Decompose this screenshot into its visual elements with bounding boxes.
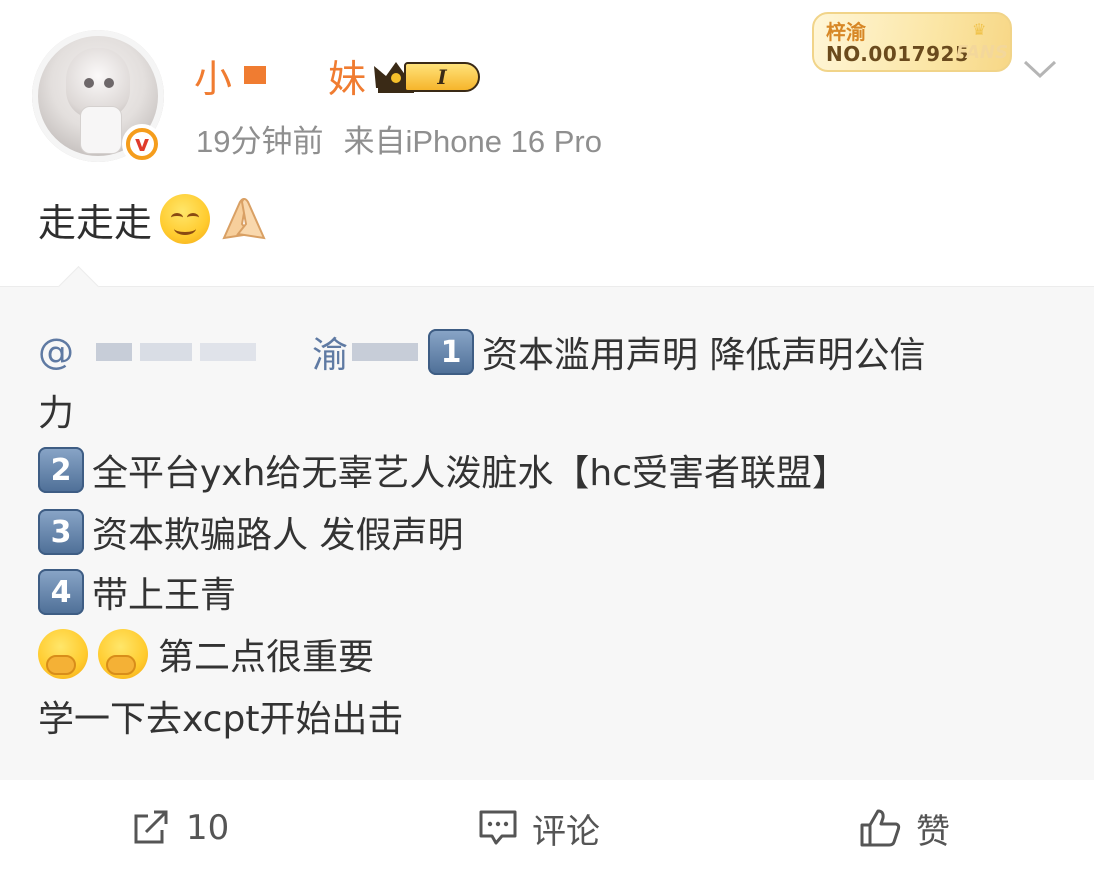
post-time: 19分钟前	[196, 124, 324, 159]
fans-card[interactable]: 梓渝 ♛ NO.0017925 FANS	[812, 12, 1012, 72]
chevron-down-icon[interactable]	[1022, 58, 1058, 80]
mention-mask-4	[352, 343, 419, 361]
avatar-eye-right	[104, 78, 114, 88]
repost-item-4-text: 带上王青	[92, 575, 237, 616]
repost-line-1: @ 渝 1 资本滥用声明 降低声明公信	[38, 326, 925, 378]
weibo-post: v 小 妹 I 19分钟前 来自iPhone 16 Pro 梓渝 ♛ NO.001…	[0, 0, 1094, 874]
username-last-char: 妹	[328, 56, 369, 101]
fans-card-name: 梓渝	[826, 20, 866, 44]
avatar-eye-left	[84, 78, 94, 88]
repost-item-1-continuation: 力	[38, 393, 75, 434]
repost-line-5: 第二点很重要	[38, 628, 374, 680]
keycap-3-icon: 3	[38, 509, 84, 555]
mention-visible-text: 渝	[312, 335, 349, 376]
fans-card-number: NO.0017925	[826, 42, 970, 66]
mention-mask-1	[96, 343, 132, 361]
verified-badge-icon: v	[122, 124, 162, 164]
repost-line-6: 学一下去xcpt开始出击	[38, 690, 403, 742]
like-icon	[860, 809, 901, 847]
post-text: 走走走	[38, 192, 272, 246]
keycap-4-icon: 4	[38, 569, 84, 615]
mention-mask-2	[140, 343, 192, 361]
username-masked-part	[244, 66, 267, 84]
fans-card-word: FANS	[956, 42, 1008, 63]
repost-item-2-text: 全平台yxh给无辜艺人泼脏水【hc受害者联盟】	[92, 453, 849, 494]
avatar-hand	[80, 106, 122, 154]
post-meta: 19分钟前 来自iPhone 16 Pro	[196, 116, 602, 161]
thinking-emoji	[38, 629, 88, 679]
keycap-2-icon: 2	[38, 447, 84, 493]
like-label: 赞	[916, 811, 950, 852]
repost-icon	[134, 810, 168, 844]
post-source: 来自iPhone 16 Pro	[343, 124, 602, 159]
keycap-1-icon: 1	[428, 329, 475, 375]
thinking-emoji	[98, 629, 148, 679]
comment-button[interactable]: 评论	[478, 808, 600, 852]
mention-mask-3	[200, 343, 256, 361]
mention-at: @	[38, 331, 74, 373]
username[interactable]: 小 妹	[194, 52, 368, 101]
repost-count: 10	[186, 808, 230, 848]
fans-crown-icon: ♛	[972, 20, 987, 39]
pray-emoji	[222, 198, 266, 240]
repost-line-2: 2 全平台yxh给无辜艺人泼脏水【hc受害者联盟】	[38, 444, 848, 496]
verified-v-mark: v	[130, 132, 154, 157]
smile-emoji	[160, 194, 211, 244]
comment-icon	[479, 810, 517, 845]
repost-line-4: 4 带上王青	[38, 566, 236, 618]
repost-emphasis-text: 第二点很重要	[158, 637, 375, 678]
level-badge[interactable]: I	[404, 62, 480, 92]
repost-last-text: 学一下去xcpt开始出击	[38, 699, 404, 740]
repost-mention[interactable]: @ 渝	[38, 326, 428, 378]
username-first-char: 小	[194, 56, 235, 101]
repost-line-3: 3 资本欺骗路人 发假声明	[38, 506, 463, 558]
repost-item-1-text: 资本滥用声明 降低声明公信	[482, 335, 926, 376]
repost-line-1b: 力	[38, 384, 74, 436]
repost-item-3-text: 资本欺骗路人 发假声明	[92, 515, 464, 556]
comment-label: 评论	[532, 811, 600, 852]
action-bar: 10 评论 赞	[0, 780, 1094, 874]
post-text-content: 走走走	[38, 200, 153, 245]
like-button[interactable]: 赞	[858, 808, 950, 852]
repost-button[interactable]: 10	[132, 808, 229, 848]
